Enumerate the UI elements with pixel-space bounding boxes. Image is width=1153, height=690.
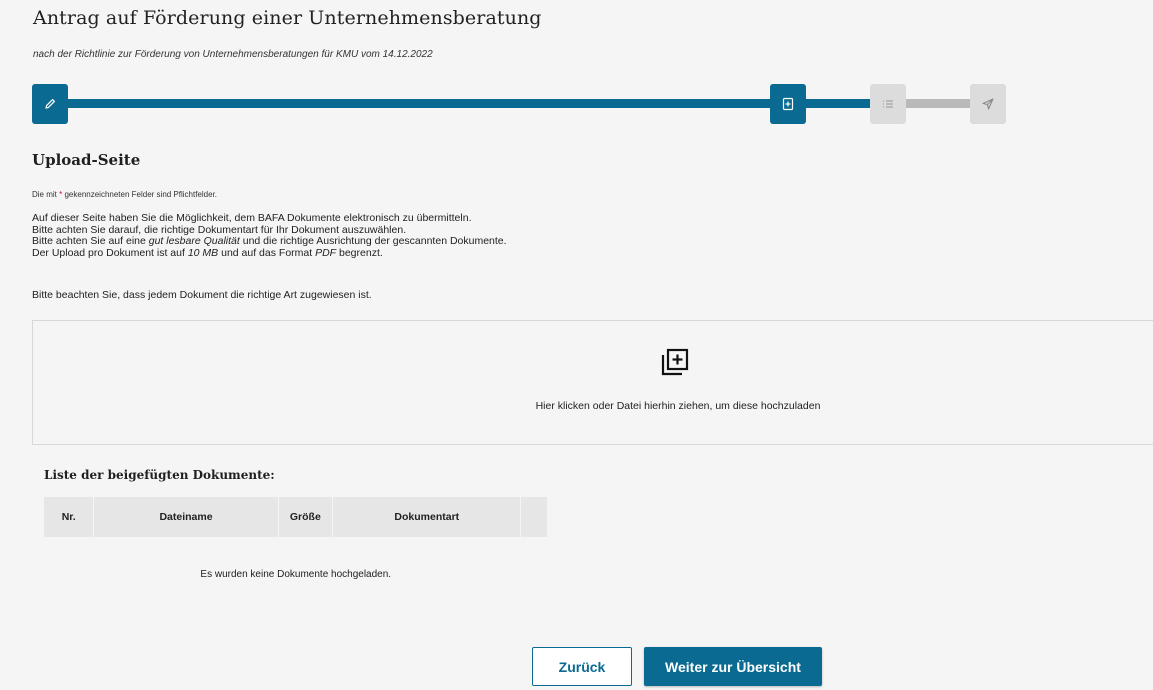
file-dropzone[interactable]: Hier klicken oder Datei hierhin ziehen, … <box>32 320 1153 445</box>
documents-table: Nr. Dateiname Größe Dokumentart Es wurde… <box>44 497 548 611</box>
list-icon <box>883 100 893 108</box>
page-title: Antrag auf Förderung einer Unternehmensb… <box>33 7 542 29</box>
table-header-row: Nr. Dateiname Größe Dokumentart <box>44 497 548 537</box>
column-header-actions <box>520 497 548 537</box>
column-header-doctype: Dokumentart <box>332 497 522 537</box>
column-header-nr: Nr. <box>44 497 95 537</box>
step-1-edit[interactable] <box>32 84 68 124</box>
empty-row: Es wurden keine Dokumente hochgeladen. <box>44 537 548 611</box>
upload-document-icon <box>782 97 794 111</box>
step-4-submit <box>970 84 1006 124</box>
upload-instructions: Auf dieser Seite haben Sie die Möglichke… <box>32 212 507 259</box>
step-3-overview <box>870 84 906 124</box>
instruction-line: Auf dieser Seite haben Sie die Möglichke… <box>32 212 472 224</box>
instruction-line: Der Upload pro Dokument ist auf 10 MB un… <box>32 246 383 259</box>
progress-stepper <box>32 84 1008 124</box>
next-to-overview-button[interactable]: Weiter zur Übersicht <box>644 647 822 686</box>
column-header-filename: Dateiname <box>93 497 279 537</box>
document-list-title: Liste der beigefügten Dokumente: <box>44 468 275 482</box>
section-title: Upload-Seite <box>32 151 141 169</box>
step-2-upload[interactable] <box>770 84 806 124</box>
page-subtitle: nach der Richtlinie zur Förderung von Un… <box>33 49 433 60</box>
empty-state-message: Es wurden keine Dokumente hochgeladen. <box>200 568 392 580</box>
document-type-note: Bitte beachten Sie, dass jedem Dokument … <box>32 289 372 301</box>
send-icon <box>982 98 994 110</box>
required-fields-note: Die mit * gekennzeichneten Felder sind P… <box>32 190 218 199</box>
back-button[interactable]: Zurück <box>532 647 632 686</box>
dropzone-hint: Hier klicken oder Datei hierhin ziehen, … <box>535 400 821 412</box>
pencil-icon <box>45 99 55 109</box>
column-header-size: Größe <box>278 497 334 537</box>
add-file-icon <box>661 348 689 376</box>
